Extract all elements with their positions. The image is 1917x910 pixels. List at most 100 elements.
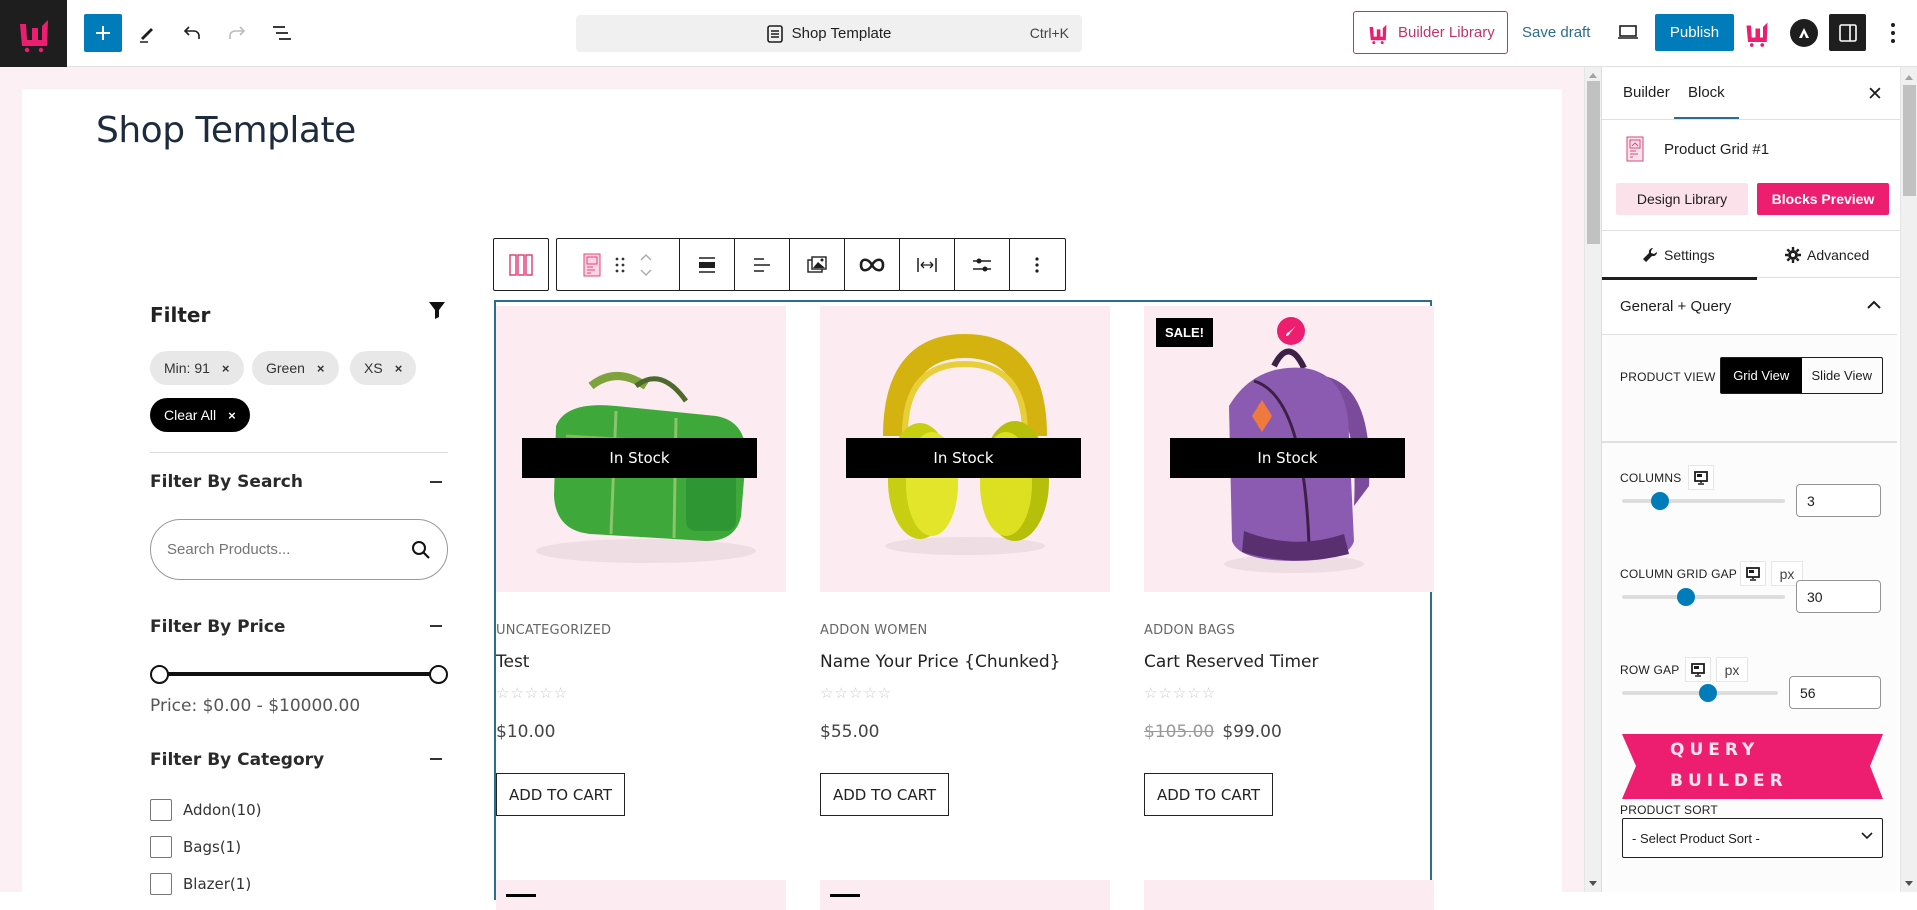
gallery-icon [807, 255, 827, 273]
site-logo-button[interactable] [0, 0, 67, 67]
feature-pin-button[interactable] [1277, 317, 1305, 345]
slider-handle[interactable] [1677, 588, 1696, 606]
undo-button[interactable] [173, 14, 211, 52]
canvas-scrollbar[interactable] [1584, 67, 1601, 892]
row-gap-slider[interactable] [1622, 684, 1778, 702]
category-option[interactable]: Bags(1) [150, 836, 241, 858]
collapse-price-icon[interactable] [430, 625, 442, 627]
save-draft-button[interactable]: Save draft [1522, 24, 1590, 41]
select-parent-button[interactable] [494, 239, 548, 290]
search-input[interactable] [167, 541, 397, 558]
drag-handle-icon[interactable] [615, 256, 625, 274]
column-gap-input[interactable]: 30 [1796, 580, 1881, 613]
product-view-toggle: Grid View Slide View [1720, 357, 1883, 394]
product-sort-select[interactable]: - Select Product Sort - [1622, 818, 1883, 858]
settings-sidebar-toggle[interactable] [1829, 14, 1866, 51]
device-desktop-button[interactable] [1740, 561, 1766, 586]
scroll-thumb[interactable] [1587, 81, 1600, 244]
column-gap-slider[interactable] [1622, 588, 1785, 606]
category-option[interactable]: Addon(10) [150, 799, 262, 821]
add-to-cart-button[interactable]: ADD TO CART [496, 773, 626, 816]
search-icon[interactable] [411, 540, 431, 560]
publish-button[interactable]: Publish [1655, 14, 1734, 51]
columns-slider[interactable] [1622, 492, 1785, 510]
slider-handle[interactable] [1651, 492, 1669, 510]
redo-button[interactable] [218, 14, 256, 52]
dot [1891, 39, 1895, 43]
device-desktop-button[interactable] [1688, 465, 1714, 490]
document-title: Shop Template [791, 25, 892, 42]
general-query-section-header[interactable]: General + Query [1602, 278, 1897, 335]
columns-input[interactable]: 3 [1796, 484, 1881, 517]
active-filter-chip[interactable]: XS × [350, 351, 417, 385]
settings-button[interactable] [955, 239, 1010, 290]
add-block-button[interactable] [84, 14, 122, 52]
slide-view-option[interactable]: Slide View [1802, 358, 1883, 393]
row-gap-input[interactable]: 56 [1789, 676, 1881, 709]
more-options-button[interactable] [1010, 239, 1063, 290]
product-category[interactable]: UNCATEGORIZED [496, 623, 611, 638]
scroll-down-arrow[interactable] [1905, 881, 1913, 886]
link-button[interactable] [845, 239, 900, 290]
grid-view-option[interactable]: Grid View [1721, 358, 1802, 393]
page-title[interactable]: Shop Template [96, 110, 356, 151]
remove-chip-icon[interactable]: × [222, 361, 230, 376]
close-panel-button[interactable]: ✕ [1867, 83, 1883, 106]
product-name[interactable]: Name Your Price {Chunked} [820, 652, 1060, 672]
category-checkbox[interactable] [150, 799, 172, 821]
product-image[interactable]: In Stock [496, 306, 786, 592]
blocks-preview-button[interactable]: Blocks Preview [1757, 183, 1889, 215]
remove-chip-icon[interactable]: × [395, 361, 403, 376]
product-grid-block[interactable]: In Stock UNCATEGORIZED Test ☆☆☆☆☆ $10.00… [494, 300, 1434, 910]
scroll-up-arrow[interactable] [1589, 73, 1597, 78]
price-range-slider[interactable] [150, 664, 448, 684]
active-filter-chip[interactable]: Min: 91 × [150, 351, 244, 385]
design-library-button[interactable]: Design Library [1616, 183, 1748, 215]
collapse-search-icon[interactable] [430, 481, 442, 483]
scroll-up-arrow[interactable] [1905, 75, 1913, 80]
more-options-icon [1034, 256, 1039, 273]
product-name[interactable]: Cart Reserved Timer [1144, 652, 1318, 672]
builder-library-button[interactable]: Builder Library [1353, 11, 1508, 54]
tab-settings[interactable]: Settings [1602, 231, 1756, 280]
command-shortcut: Ctrl+K [1029, 25, 1069, 41]
options-menu-button[interactable] [1883, 19, 1903, 47]
product-category[interactable]: ADDON BAGS [1144, 623, 1235, 638]
product-image[interactable]: In Stock [820, 306, 1110, 592]
tab-builder[interactable]: Builder [1623, 84, 1670, 101]
list-view-button[interactable] [263, 14, 301, 52]
preview-button[interactable] [1616, 20, 1640, 49]
product-search-field[interactable] [150, 519, 448, 580]
slider-handle[interactable] [1699, 684, 1718, 702]
unit-selector[interactable]: px [1716, 657, 1748, 682]
add-to-cart-button[interactable]: ADD TO CART [1144, 773, 1274, 816]
remove-chip-icon[interactable]: × [317, 361, 325, 376]
device-desktop-button[interactable] [1685, 657, 1711, 682]
product-category[interactable]: ADDON WOMEN [820, 623, 927, 638]
astra-button[interactable] [1790, 19, 1818, 47]
product-grid-icon[interactable] [583, 253, 601, 277]
scroll-thumb[interactable] [1903, 85, 1916, 196]
gallery-button[interactable] [790, 239, 845, 290]
scroll-down-arrow[interactable] [1589, 881, 1597, 886]
move-up-down-icon[interactable] [639, 252, 653, 278]
collapse-category-icon[interactable] [430, 758, 442, 760]
category-checkbox[interactable] [150, 836, 172, 858]
document-command-bar[interactable]: Shop Template Ctrl+K [576, 15, 1082, 52]
tools-button[interactable] [128, 14, 166, 52]
text-align-button[interactable] [735, 239, 790, 290]
wowstore-plugin-button[interactable] [1742, 18, 1772, 53]
add-to-cart-button[interactable]: ADD TO CART [820, 773, 950, 816]
price-max-handle[interactable] [429, 665, 448, 684]
product-image[interactable]: SALE! In Stock [1144, 306, 1434, 592]
product-name[interactable]: Test [496, 652, 529, 672]
search-section-title: Filter By Search [150, 472, 303, 492]
panel-scrollbar[interactable] [1900, 67, 1917, 892]
align-full-button[interactable] [680, 239, 735, 290]
tab-advanced[interactable]: Advanced [1785, 231, 1869, 278]
tab-block[interactable]: Block [1674, 84, 1739, 119]
width-button[interactable] [900, 239, 955, 290]
clear-all-button[interactable]: Clear All × [150, 398, 250, 432]
price-min-handle[interactable] [150, 665, 169, 684]
active-filter-chip[interactable]: Green × [252, 351, 339, 385]
